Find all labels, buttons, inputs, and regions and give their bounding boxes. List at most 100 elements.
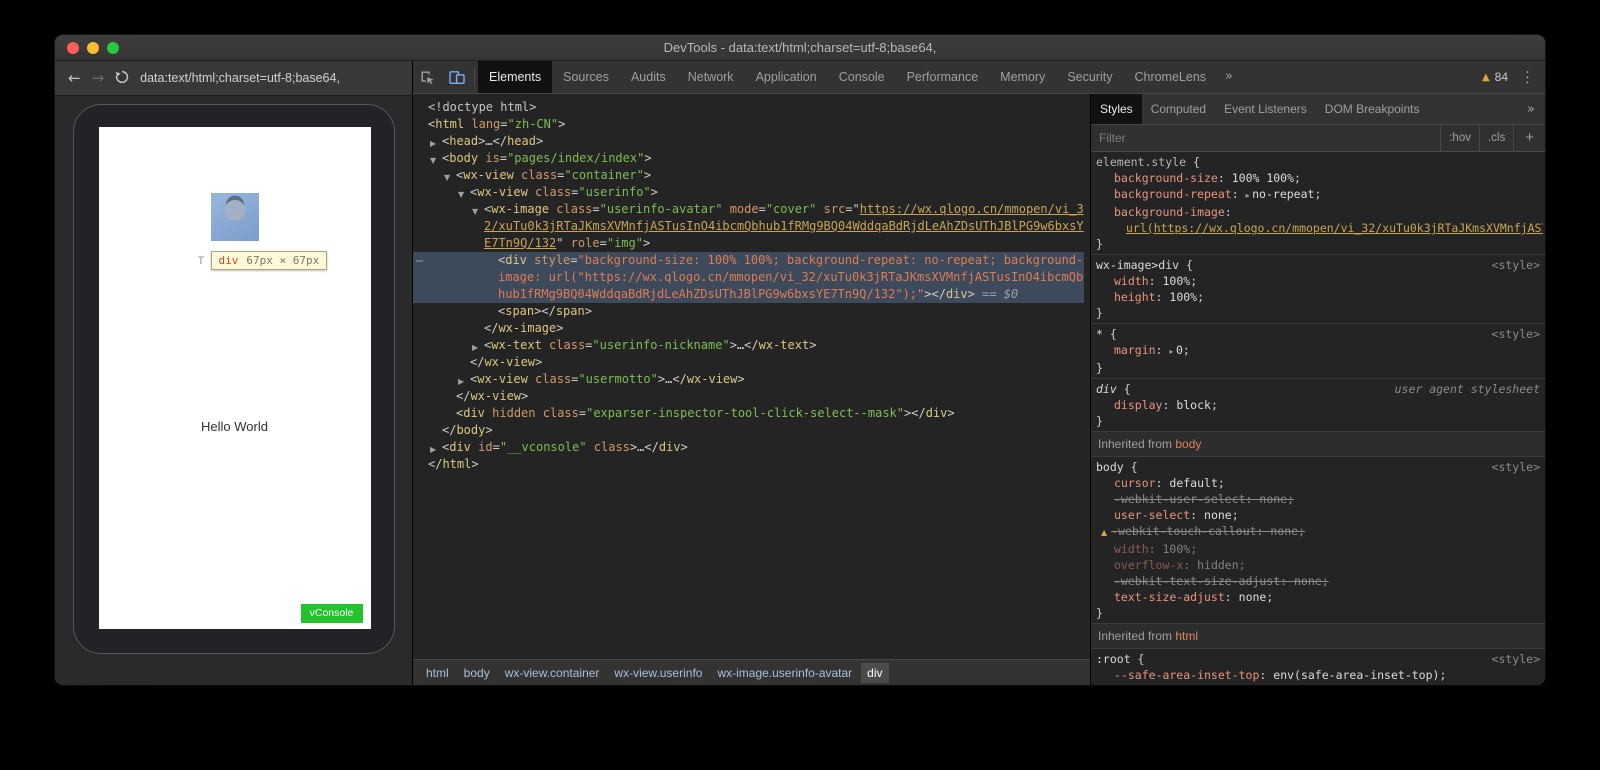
more-tabs-icon[interactable]: » [1217, 61, 1241, 93]
toolbar-divider [474, 68, 475, 86]
elements-pane: <!doctype html><html lang="zh-CN">▶<head… [413, 94, 1090, 685]
title-bar: DevTools - data:text/html;charset=utf-8;… [55, 35, 1545, 61]
dom-node[interactable]: </wx-view> [413, 388, 1084, 405]
disclosure-arrow-icon[interactable]: ▼ [472, 203, 478, 220]
css-property[interactable]: background-image: [1096, 204, 1543, 220]
inherited-separator: Inherited from body [1091, 432, 1545, 457]
rule-origin[interactable]: <style> [1492, 459, 1543, 475]
css-property[interactable]: --safe-area-inset-bottom: env(safe-area-… [1096, 683, 1543, 685]
css-property[interactable]: -webkit-user-select: none; [1096, 491, 1543, 507]
dom-node[interactable]: ▶<div id="__vconsole" class>…</div> [413, 439, 1084, 456]
url-text[interactable]: data:text/html;charset=utf-8;base64, [140, 71, 340, 85]
dom-node[interactable]: ▶<wx-text class="userinfo-nickname">…</w… [413, 337, 1084, 354]
dom-node-selected[interactable]: …<div style="background-size: 100% 100%;… [413, 252, 1084, 303]
inherited-node-link[interactable]: html [1175, 629, 1198, 643]
hov-button[interactable]: :hov [1440, 125, 1479, 151]
style-rule: body {<style>cursor: default;-webkit-use… [1091, 457, 1545, 624]
tab-network[interactable]: Network [677, 61, 745, 93]
css-property[interactable]: margin: ▸ 0; [1096, 342, 1543, 360]
tab-application[interactable]: Application [745, 61, 828, 93]
css-property[interactable]: background-repeat: ▸ no-repeat; [1096, 186, 1543, 204]
styles-tab-dom-breakpoints[interactable]: DOM Breakpoints [1316, 94, 1429, 124]
rule-origin[interactable]: <style> [1492, 257, 1543, 273]
new-style-rule-button[interactable]: + [1513, 125, 1545, 151]
style-rule: div {user agent stylesheetdisplay: block… [1091, 379, 1545, 432]
zoom-button[interactable] [107, 42, 119, 54]
tab-memory[interactable]: Memory [989, 61, 1056, 93]
dom-node[interactable]: ▼<body is="pages/index/index"> [413, 150, 1084, 167]
dom-node[interactable]: ▶<head>…</head> [413, 133, 1084, 150]
devtools-panel: ElementsSourcesAuditsNetworkApplicationC… [412, 61, 1545, 685]
warnings-badge[interactable]: ▲ 84 [1482, 70, 1508, 84]
dom-node[interactable]: </wx-image> [413, 320, 1084, 337]
css-property[interactable]: width: 100%; [1096, 273, 1543, 289]
forward-icon[interactable]: → [92, 71, 105, 86]
style-rule: :root {<style>--safe-area-inset-top: env… [1091, 649, 1545, 685]
breadcrumb-item[interactable]: wx-view.userinfo [608, 663, 708, 683]
css-selector[interactable]: * [1096, 326, 1103, 342]
css-property[interactable]: text-size-adjust: none; [1096, 589, 1543, 605]
device-toolbar-icon[interactable] [442, 61, 471, 93]
reload-icon[interactable] [115, 70, 129, 87]
dom-node[interactable]: </html> [413, 456, 1084, 473]
cls-button[interactable]: .cls [1479, 125, 1513, 151]
dom-node[interactable]: <div hidden class="exparser-inspector-to… [413, 405, 1084, 422]
rule-origin: user agent stylesheet [1395, 381, 1543, 397]
css-selector[interactable]: wx-image>div [1096, 257, 1179, 273]
dom-node[interactable]: ▼<wx-view class="userinfo"> [413, 184, 1084, 201]
css-selector[interactable]: body [1096, 459, 1124, 475]
avatar-image[interactable] [211, 193, 259, 241]
css-selector[interactable]: :root [1096, 651, 1131, 667]
device-frame: T div 67px × 67px Hello World vConsole [73, 104, 395, 654]
more-actions-icon[interactable]: … [416, 250, 424, 267]
styles-more-tabs-icon[interactable]: » [1517, 102, 1545, 117]
css-property[interactable]: width: 100%; [1096, 541, 1543, 557]
tab-audits[interactable]: Audits [620, 61, 677, 93]
tab-performance[interactable]: Performance [896, 61, 990, 93]
css-property[interactable]: overflow-x: hidden; [1096, 557, 1543, 573]
minimize-button[interactable] [87, 42, 99, 54]
rule-origin[interactable]: <style> [1492, 651, 1543, 667]
css-selector[interactable]: element.style [1096, 154, 1186, 170]
dom-node[interactable]: </wx-view> [413, 354, 1084, 371]
css-property[interactable]: display: block; [1096, 397, 1543, 413]
dom-node[interactable]: <html lang="zh-CN"> [413, 116, 1084, 133]
dom-node[interactable]: <span></span> [413, 303, 1084, 320]
css-property[interactable]: -webkit-text-size-adjust: none; [1096, 573, 1543, 589]
filter-input[interactable] [1091, 125, 1440, 151]
inherited-node-link[interactable]: body [1175, 437, 1201, 451]
css-selector[interactable]: div [1096, 381, 1117, 397]
dom-node[interactable]: ▼<wx-view class="container"> [413, 167, 1084, 184]
vconsole-button[interactable]: vConsole [301, 604, 363, 623]
tab-console[interactable]: Console [828, 61, 896, 93]
close-button[interactable] [67, 42, 79, 54]
css-property[interactable]: ▲-webkit-touch-callout: none; [1096, 523, 1543, 541]
tab-security[interactable]: Security [1056, 61, 1123, 93]
rule-origin[interactable]: <style> [1492, 326, 1543, 342]
css-value-continuation[interactable]: url(https://wx.qlogo.cn/mmopen/vi_32/xuT… [1096, 220, 1543, 236]
tab-sources[interactable]: Sources [552, 61, 620, 93]
breadcrumb-item[interactable]: body [458, 663, 496, 683]
tab-chromelens[interactable]: ChromeLens [1123, 61, 1217, 93]
devtools-menu-icon[interactable]: ⋮ [1520, 68, 1535, 86]
dom-node[interactable]: <!doctype html> [413, 99, 1084, 116]
tab-elements[interactable]: Elements [478, 61, 552, 93]
breadcrumb-item[interactable]: wx-image.userinfo-avatar [711, 663, 858, 683]
styles-tab-styles[interactable]: Styles [1091, 94, 1142, 124]
css-property[interactable]: height: 100%; [1096, 289, 1543, 305]
styles-tab-event-listeners[interactable]: Event Listeners [1215, 94, 1316, 124]
css-property[interactable]: user-select: none; [1096, 507, 1543, 523]
styles-filter-bar: :hov .cls + [1091, 125, 1545, 152]
css-property[interactable]: background-size: 100% 100%; [1096, 170, 1543, 186]
css-property[interactable]: --safe-area-inset-top: env(safe-area-ins… [1096, 667, 1543, 683]
breadcrumb-item[interactable]: html [420, 663, 455, 683]
css-property[interactable]: cursor: default; [1096, 475, 1543, 491]
inspect-element-icon[interactable] [413, 61, 442, 93]
back-icon[interactable]: ← [68, 71, 81, 86]
breadcrumb-item[interactable]: wx-view.container [499, 663, 606, 683]
breadcrumb-item[interactable]: div [861, 663, 888, 683]
styles-tab-computed[interactable]: Computed [1142, 94, 1215, 124]
dom-node[interactable]: </body> [413, 422, 1084, 439]
dom-node[interactable]: ▼<wx-image class="userinfo-avatar" mode=… [413, 201, 1084, 252]
dom-node[interactable]: ▶<wx-view class="usermotto">…</wx-view> [413, 371, 1084, 388]
